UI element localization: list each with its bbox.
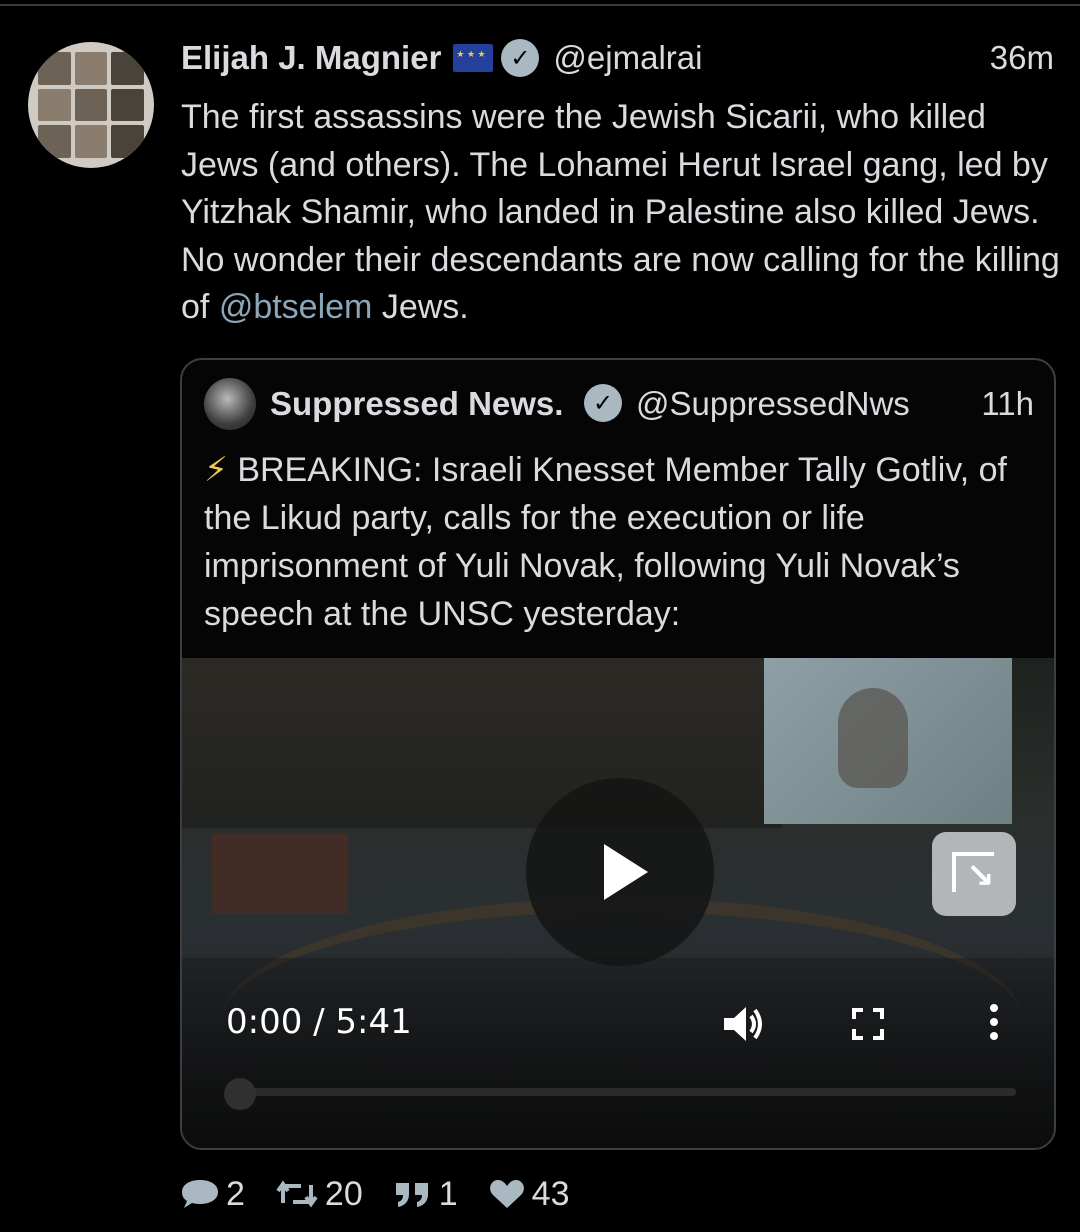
fullscreen-icon[interactable] xyxy=(852,1008,884,1040)
author-name[interactable]: Elijah J. Magnier xyxy=(181,39,441,77)
video-player[interactable]: 0:00 / 5:41 xyxy=(182,658,1054,1148)
tweet-time[interactable]: 36m xyxy=(990,36,1054,80)
video-frame-speaker xyxy=(838,688,908,788)
mention-link[interactable]: @btselem xyxy=(219,288,373,326)
play-icon[interactable] xyxy=(526,778,714,966)
reply-icon xyxy=(182,1180,218,1208)
quoted-time[interactable]: 11h xyxy=(981,378,1034,430)
tweet-header: Elijah J. Magnier ✓ @ejmalrai xyxy=(181,36,702,80)
retweet-count: 20 xyxy=(324,1174,363,1213)
eu-flag-icon xyxy=(453,44,494,72)
video-time: 0:00 / 5:41 xyxy=(226,1002,412,1042)
tweet-text-end: Jews. xyxy=(372,288,469,326)
more-icon[interactable] xyxy=(988,1004,1000,1044)
tweet-body: The first assassins were the Jewish Sica… xyxy=(181,94,1061,332)
verified-icon: ✓ xyxy=(501,39,540,77)
video-progress-bar[interactable] xyxy=(226,1088,1016,1096)
quote-icon xyxy=(395,1183,428,1207)
video-frame-audience xyxy=(182,958,1054,1148)
like-count: 43 xyxy=(531,1174,570,1213)
quoted-avatar[interactable] xyxy=(204,378,256,430)
author-handle[interactable]: @ejmalrai xyxy=(553,39,702,77)
like-button[interactable]: 43 xyxy=(488,1175,570,1214)
video-frame-wall xyxy=(182,658,782,828)
video-frame-panel xyxy=(212,834,348,914)
like-icon xyxy=(489,1180,524,1208)
video-progress-knob[interactable] xyxy=(224,1078,256,1110)
quoted-body: BREAKING: Israeli Knesset Member Tally G… xyxy=(204,451,1007,633)
quoted-author-name[interactable]: Suppressed News. xyxy=(270,378,563,430)
tweet-actions: 2 20 1 43 xyxy=(180,1172,600,1216)
quote-count: 1 xyxy=(438,1174,458,1213)
volume-icon[interactable] xyxy=(722,1004,766,1044)
reply-count: 2 xyxy=(226,1174,245,1213)
avatar[interactable] xyxy=(28,42,154,168)
popout-icon[interactable] xyxy=(932,832,1016,916)
retweet-icon xyxy=(276,1180,318,1208)
quoted-tweet[interactable]: Suppressed News. ✓ @SuppressedNws 11h ⚡ … xyxy=(180,358,1056,1150)
lightning-icon: ⚡ xyxy=(204,451,228,489)
quote-button[interactable]: 1 xyxy=(393,1175,458,1214)
quoted-text: ⚡ BREAKING: Israeli Knesset Member Tally… xyxy=(204,446,1044,638)
verified-icon: ✓ xyxy=(584,384,622,422)
retweet-button[interactable]: 20 xyxy=(275,1175,363,1214)
reply-button[interactable]: 2 xyxy=(180,1175,245,1214)
top-divider xyxy=(0,4,1080,6)
quoted-handle[interactable]: @SuppressedNws xyxy=(636,378,910,430)
